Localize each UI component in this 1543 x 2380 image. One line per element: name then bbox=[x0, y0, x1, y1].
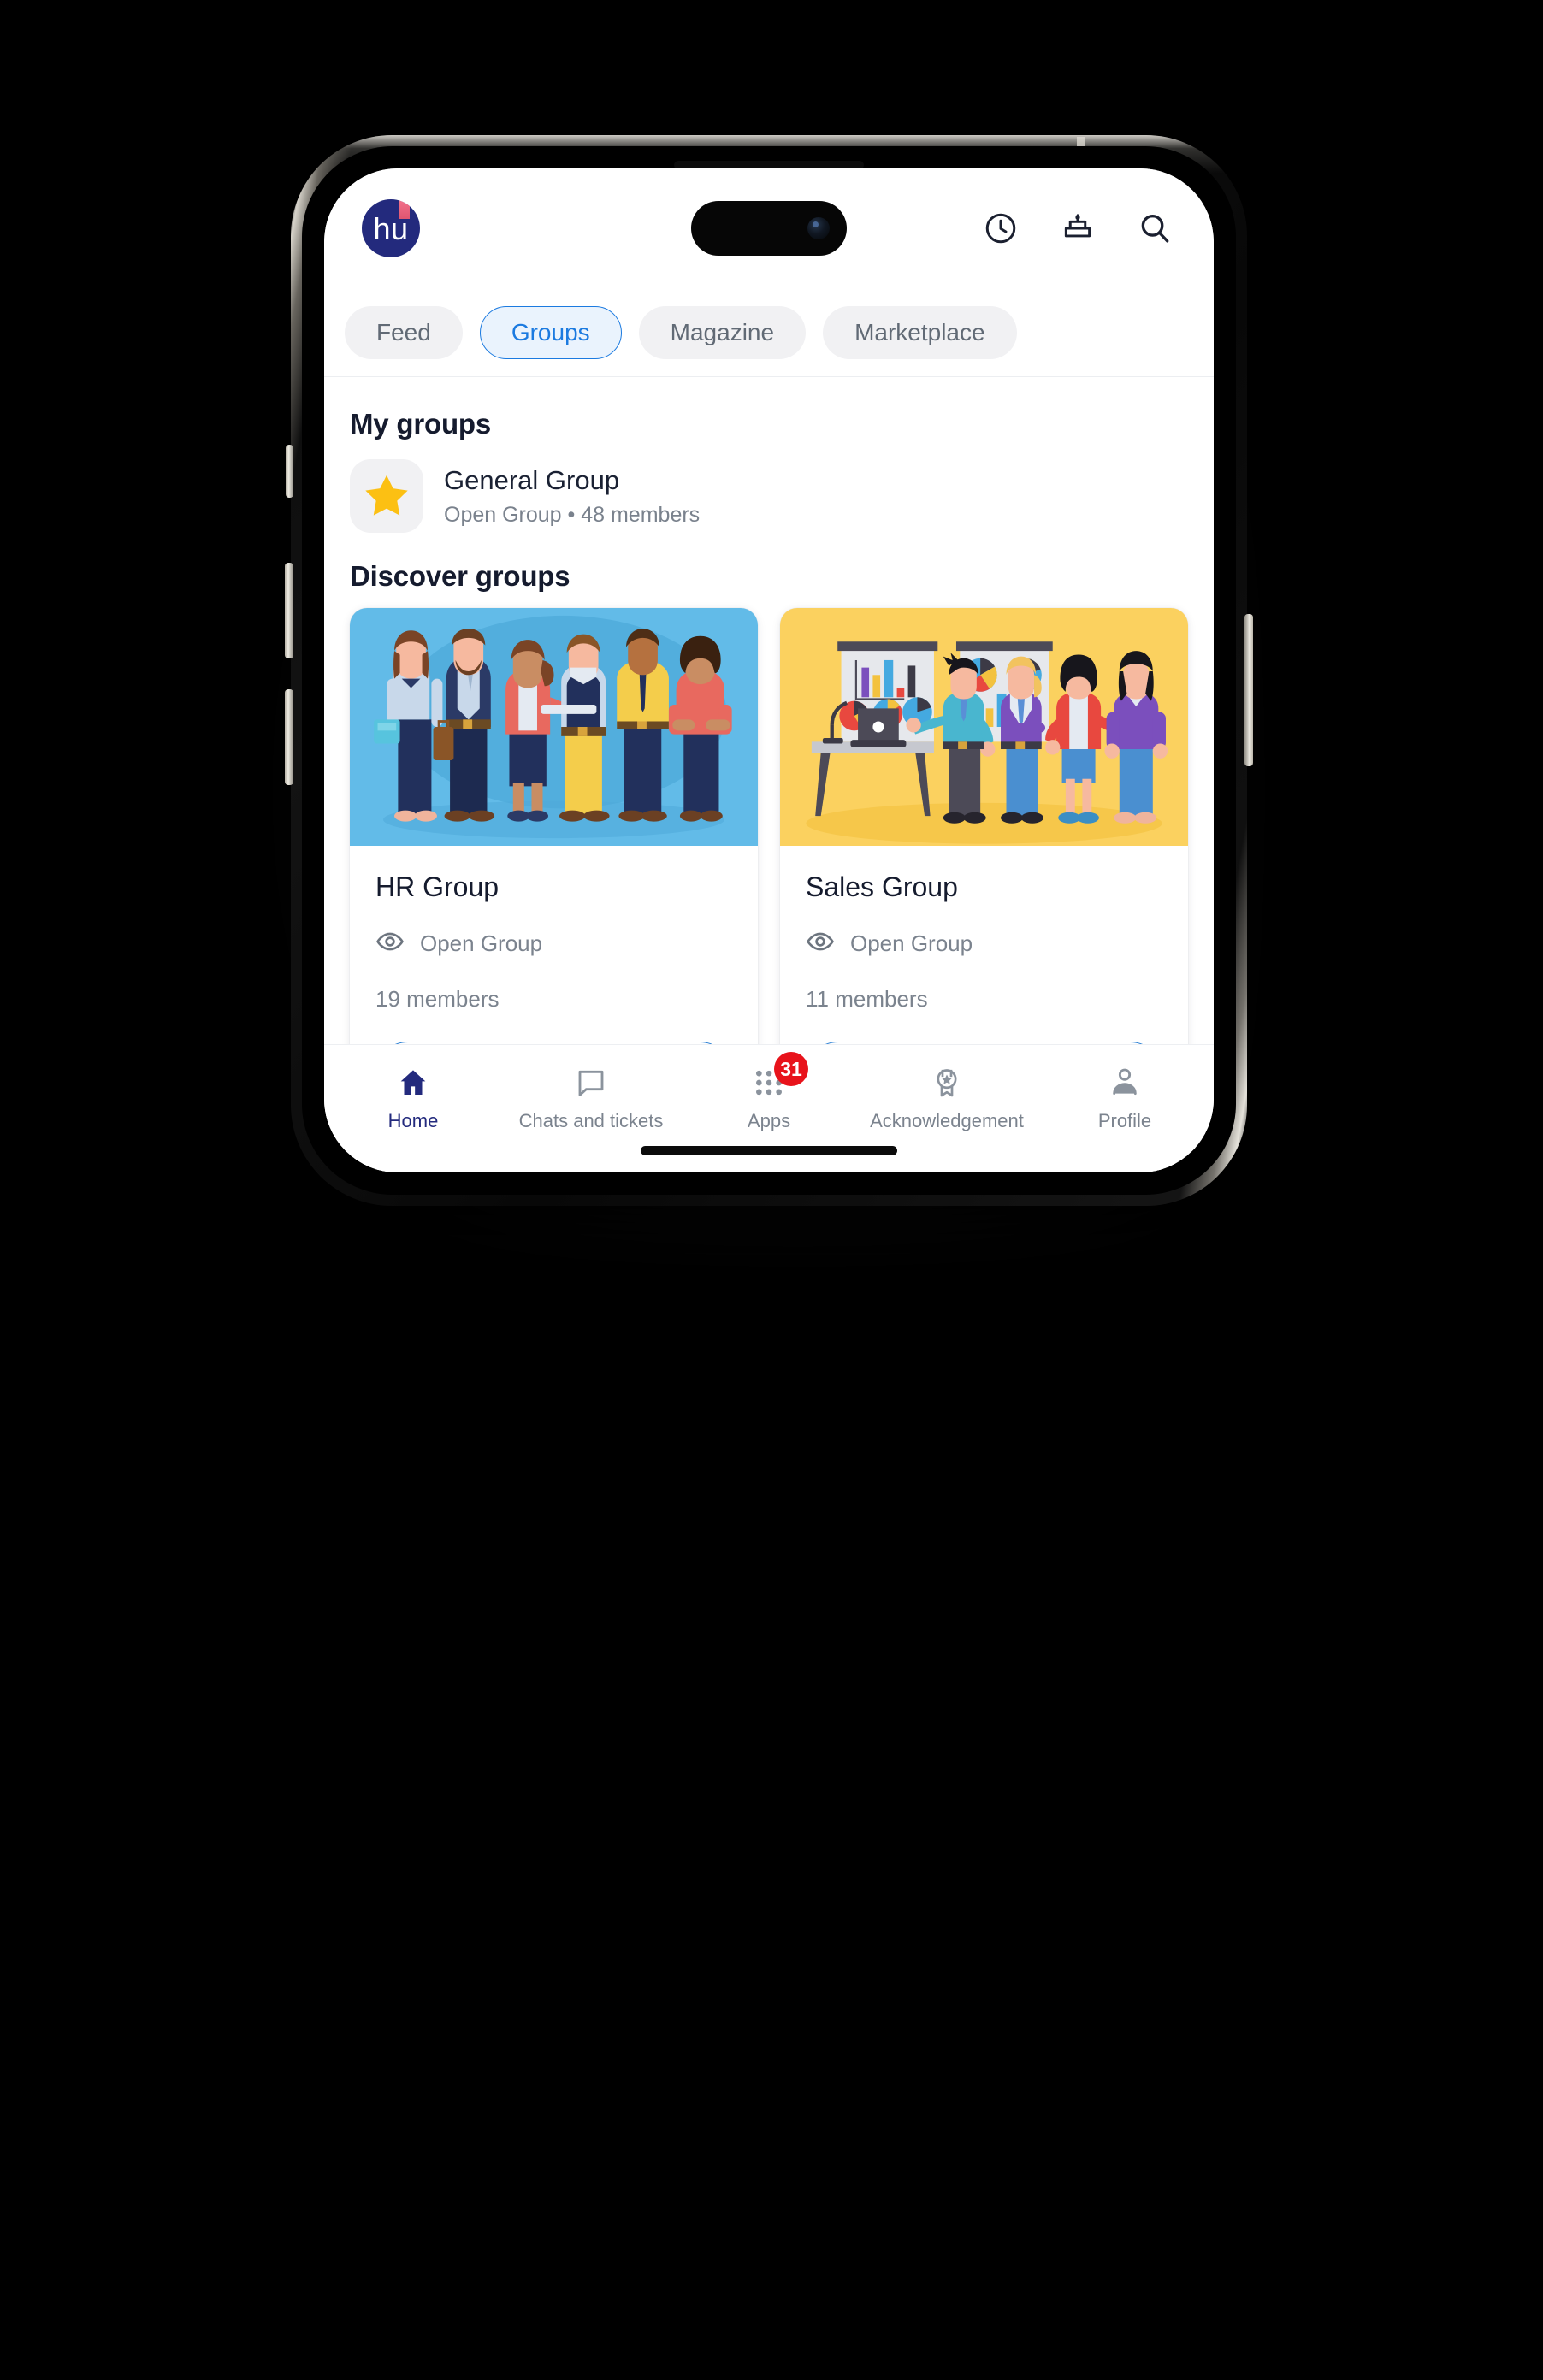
tab-feed[interactable]: Feed bbox=[345, 305, 463, 359]
my-group-name: General Group bbox=[444, 464, 620, 495]
logo-accent-mark bbox=[399, 200, 410, 219]
power-button[interactable] bbox=[1244, 614, 1253, 766]
group-card-sales-title: Sales Group bbox=[806, 871, 958, 902]
nav-label-apps: Apps bbox=[747, 1110, 791, 1131]
tab-marketplace[interactable]: Marketplace bbox=[823, 305, 1017, 359]
phone-screen: hu Feed Groups Magazine Marketplace My g… bbox=[324, 168, 1214, 1172]
tab-groups[interactable]: Groups bbox=[479, 305, 622, 359]
discover-groups-heading: Discover groups bbox=[350, 560, 570, 592]
eye-icon bbox=[375, 927, 405, 960]
nav-label-acknowledgement: Acknowledgement bbox=[870, 1110, 1024, 1131]
nav-item-profile[interactable]: Profile bbox=[1036, 1060, 1214, 1132]
grid-apps-icon: 31 bbox=[752, 1052, 808, 1100]
person-icon bbox=[1108, 1060, 1142, 1100]
header-actions bbox=[981, 209, 1174, 248]
front-camera-icon bbox=[807, 217, 830, 239]
group-card-hr[interactable]: HR Group Open Group 19 members bbox=[350, 608, 758, 1044]
nav-item-chats-and-tickets[interactable]: Chats and tickets bbox=[502, 1060, 680, 1132]
search-icon[interactable] bbox=[1135, 209, 1174, 248]
my-group-subtitle: Open Group • 48 members bbox=[444, 502, 701, 527]
clock-icon[interactable] bbox=[981, 209, 1020, 248]
star-icon bbox=[350, 459, 423, 533]
group-card-hr-members: 19 members bbox=[375, 986, 500, 1012]
group-card-sales-privacy-label: Open Group bbox=[850, 930, 973, 956]
screenshot-stage: hu Feed Groups Magazine Marketplace My g… bbox=[0, 0, 1543, 2380]
nav-label-home: Home bbox=[387, 1110, 439, 1131]
mute-switch-button[interactable] bbox=[286, 445, 293, 498]
group-card-hr-title: HR Group bbox=[375, 871, 500, 902]
discover-groups-grid: HR Group Open Group 19 members Sales Gro… bbox=[324, 593, 1214, 1044]
apps-badge-count: 31 bbox=[774, 1052, 808, 1086]
volume-down-button[interactable] bbox=[285, 689, 293, 785]
tab-magazine[interactable]: Magazine bbox=[638, 305, 807, 359]
groups-content: My groups General Group Open Group • 48 … bbox=[324, 377, 1214, 1044]
my-group-meta: General Group Open Group • 48 members bbox=[444, 465, 700, 528]
category-tab-bar[interactable]: Feed Groups Magazine Marketplace bbox=[324, 288, 1214, 377]
group-card-sales-members: 11 members bbox=[806, 986, 928, 1012]
phone-bezel: hu Feed Groups Magazine Marketplace My g… bbox=[302, 146, 1236, 1195]
group-card-hr-privacy-label: Open Group bbox=[420, 930, 543, 956]
nav-label-profile: Profile bbox=[1097, 1110, 1152, 1131]
phone-device: hu Feed Groups Magazine Marketplace My g… bbox=[285, 135, 1253, 1206]
group-card-hr-body: HR Group Open Group 19 members bbox=[350, 846, 758, 1044]
my-groups-heading: My groups bbox=[350, 408, 492, 440]
volume-up-button[interactable] bbox=[285, 563, 293, 658]
nav-item-apps[interactable]: 31 Apps bbox=[680, 1052, 858, 1132]
app-logo[interactable]: hu bbox=[362, 199, 420, 257]
home-indicator[interactable] bbox=[641, 1146, 897, 1155]
business-team-illustration bbox=[350, 608, 758, 846]
award-ribbon-icon bbox=[930, 1060, 964, 1100]
group-card-sales-body: Sales Group Open Group 11 members bbox=[780, 846, 1188, 1044]
group-card-hr-privacy: Open Group bbox=[375, 927, 732, 960]
group-card-sales[interactable]: Sales Group Open Group 11 members bbox=[780, 608, 1188, 1044]
birthday-cake-icon[interactable] bbox=[1058, 209, 1097, 248]
app-root: hu Feed Groups Magazine Marketplace My g… bbox=[324, 168, 1214, 1172]
eye-icon bbox=[806, 927, 835, 960]
home-icon bbox=[396, 1060, 430, 1100]
nav-label-chats-and-tickets: Chats and tickets bbox=[518, 1110, 664, 1131]
nav-item-acknowledgement[interactable]: Acknowledgement bbox=[858, 1060, 1036, 1132]
my-group-row-general[interactable]: General Group Open Group • 48 members bbox=[324, 440, 1214, 538]
chat-bubble-icon bbox=[574, 1060, 608, 1100]
nav-item-home[interactable]: Home bbox=[324, 1060, 502, 1132]
sales-presentation-illustration bbox=[780, 608, 1188, 846]
group-card-sales-privacy: Open Group bbox=[806, 927, 1162, 960]
dynamic-island bbox=[691, 201, 847, 256]
